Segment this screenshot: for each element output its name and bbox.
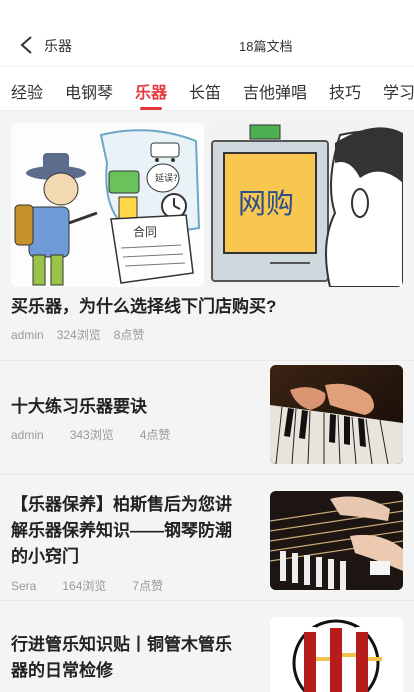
chevron-left-icon <box>20 36 32 54</box>
article-image-online-shopping: 网购 <box>210 123 403 287</box>
article-likes: 4点赞 <box>139 428 171 442</box>
category-tabs: 经验 电钢琴 乐器 长笛 吉他弹唱 技巧 学习 <box>0 67 414 111</box>
tab-jitatanchang[interactable]: 吉他弹唱 <box>243 79 307 103</box>
tab-changdi[interactable]: 长笛 <box>189 79 221 103</box>
list-item[interactable]: 行进管乐知识贴丨铜管木管乐 器的日常检修 <box>0 601 414 692</box>
tab-jiqiao[interactable]: 技巧 <box>329 79 361 103</box>
list-item[interactable]: 十大练习乐器要诀 admin 343浏览 4点赞 <box>0 361 414 474</box>
article-image-marching-band <box>270 617 403 692</box>
article-meta: admin 343浏览 4点赞 <box>11 426 183 443</box>
article-views: 164浏览 <box>62 579 107 593</box>
article-meta: admin 324浏览 8点赞 <box>11 326 157 343</box>
article-likes: 7点赞 <box>132 579 164 593</box>
article-author: Sera <box>11 579 37 593</box>
doc-count: 18篇文档 <box>239 39 293 54</box>
article-title-line[interactable]: 【乐器保养】柏斯售后为您讲 <box>11 492 232 518</box>
article-likes: 8点赞 <box>113 328 145 342</box>
article-image-piano-hands <box>270 365 403 464</box>
article-title[interactable]: 十大练习乐器要诀 <box>11 394 147 420</box>
article-image-contract: 延误? 合同 <box>11 123 204 287</box>
article-author: admin <box>11 328 44 342</box>
tab-jingyan[interactable]: 经验 <box>11 79 43 103</box>
active-tab-indicator <box>140 107 162 110</box>
article-image-piano-strings <box>270 491 403 590</box>
article-title-line[interactable]: 解乐器保养知识——钢琴防潮 <box>11 518 232 544</box>
article-title-line[interactable]: 行进管乐知识贴丨铜管木管乐 <box>11 632 232 658</box>
article-title-line[interactable]: 器的日常检修 <box>11 658 113 684</box>
category-title: 乐器 <box>44 38 72 54</box>
article-views: 324浏览 <box>56 328 101 342</box>
article-meta: Sera 164浏览 7点赞 <box>11 577 176 594</box>
tab-yueqi[interactable]: 乐器 <box>135 79 167 103</box>
article-title-line[interactable]: 的小窍门 <box>11 544 79 570</box>
article-author: admin <box>11 428 44 442</box>
list-item[interactable]: 【乐器保养】柏斯售后为您讲 解乐器保养知识——钢琴防潮 的小窍门 Sera 164… <box>0 475 414 600</box>
top-bar: 乐器 18篇文档 <box>0 0 414 66</box>
svg-text:网购: 网购 <box>238 187 294 220</box>
article-views: 343浏览 <box>69 428 114 442</box>
back-button[interactable] <box>14 32 40 58</box>
tab-xuexi[interactable]: 学习 <box>383 79 414 103</box>
article-title[interactable]: 买乐器，为什么选择线下门店购买? <box>11 294 276 320</box>
svg-text:合同: 合同 <box>133 224 157 239</box>
svg-text:延误?: 延误? <box>155 172 178 184</box>
list-item[interactable]: 延误? 合同 网购 买乐器，为什么选择线下门店购买? admin 324浏览 8… <box>0 111 414 360</box>
tab-dianganqin[interactable]: 电钢琴 <box>65 79 113 103</box>
